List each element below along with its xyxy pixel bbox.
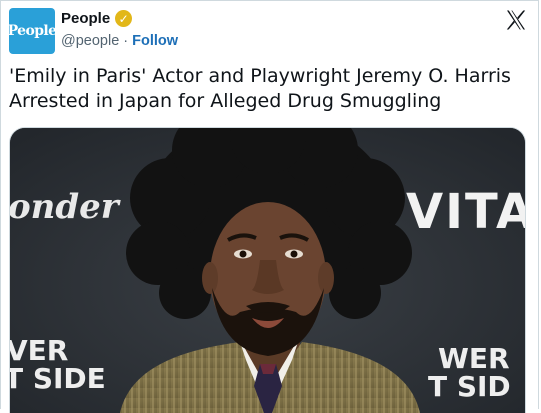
handle-line: @people · Follow xyxy=(61,33,178,49)
backdrop-bottom-left-line2: T SIDE xyxy=(10,362,106,395)
backdrop-left-text: onder xyxy=(10,187,121,227)
account-name[interactable]: People xyxy=(61,10,110,27)
backdrop-bottom-right-line2: T SID xyxy=(428,370,511,403)
verified-badge-icon: ✓ xyxy=(115,10,133,27)
left-pupil xyxy=(239,250,247,258)
photo-illustration: onder VITA VER T SIDE WER T SID xyxy=(10,128,525,413)
post-headline: 'Emily in Paris' Actor and Playwright Je… xyxy=(9,65,511,112)
post-card: People People ✓ @people · Follow 'Emily in… xyxy=(0,0,539,413)
right-pupil xyxy=(290,250,298,258)
separator-dot: · xyxy=(123,33,129,49)
account-handle[interactable]: @people xyxy=(61,33,119,49)
account-name-line: People ✓ xyxy=(61,10,133,27)
post-header: People People ✓ @people · Follow xyxy=(7,8,530,54)
avatar-logo-text: People xyxy=(7,23,57,39)
follow-button[interactable]: Follow xyxy=(132,33,178,49)
avatar[interactable]: People xyxy=(7,8,57,54)
x-logo-icon[interactable] xyxy=(504,8,528,32)
backdrop-right-text: VITA xyxy=(406,184,525,240)
left-ear xyxy=(202,262,218,294)
post-image[interactable]: onder VITA VER T SIDE WER T SID xyxy=(9,127,526,413)
right-ear xyxy=(318,262,334,294)
